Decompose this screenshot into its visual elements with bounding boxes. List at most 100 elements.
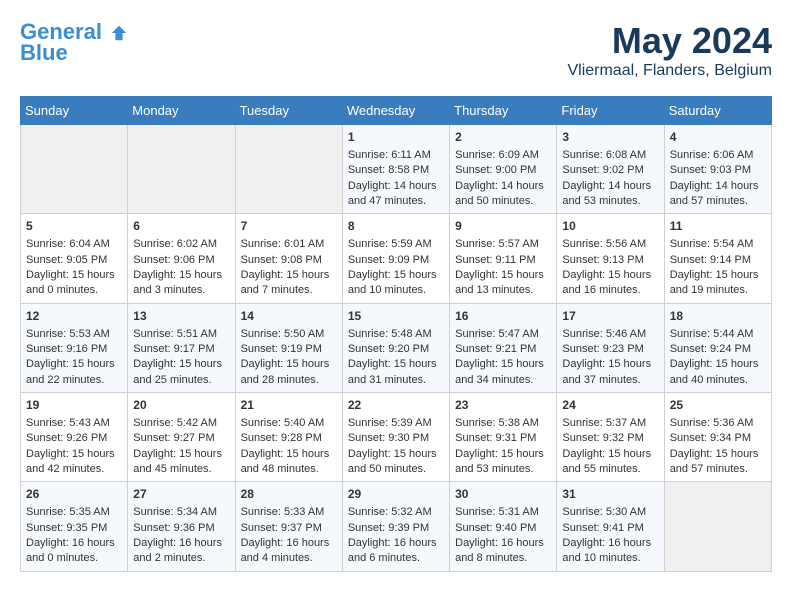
week-row-5: 26Sunrise: 5:35 AMSunset: 9:35 PMDayligh… xyxy=(21,482,772,571)
cell-info: and 57 minutes. xyxy=(670,462,766,477)
page-header: General Blue May 2024 Vliermaal, Flander… xyxy=(20,20,772,80)
week-row-2: 5Sunrise: 6:04 AMSunset: 9:05 PMDaylight… xyxy=(21,214,772,303)
day-number: 28 xyxy=(241,486,337,503)
calendar-cell xyxy=(235,125,342,214)
cell-info: Sunrise: 6:08 AM xyxy=(562,148,658,163)
month-title: May 2024 xyxy=(567,20,772,62)
cell-info: Sunset: 9:20 PM xyxy=(348,342,444,357)
cell-info: and 57 minutes. xyxy=(670,194,766,209)
cell-info: Sunrise: 5:56 AM xyxy=(562,237,658,252)
calendar-cell: 22Sunrise: 5:39 AMSunset: 9:30 PMDayligh… xyxy=(342,393,449,482)
day-number: 20 xyxy=(133,397,229,414)
cell-info: Daylight: 14 hours xyxy=(348,179,444,194)
cell-info: Sunrise: 6:09 AM xyxy=(455,148,551,163)
cell-info: Sunrise: 5:30 AM xyxy=(562,505,658,520)
cell-info: Sunrise: 6:06 AM xyxy=(670,148,766,163)
cell-info: Sunrise: 5:43 AM xyxy=(26,416,122,431)
calendar-cell: 13Sunrise: 5:51 AMSunset: 9:17 PMDayligh… xyxy=(128,303,235,392)
calendar-cell: 16Sunrise: 5:47 AMSunset: 9:21 PMDayligh… xyxy=(450,303,557,392)
cell-info: and 13 minutes. xyxy=(455,283,551,298)
calendar-cell xyxy=(664,482,771,571)
cell-info: Sunset: 9:41 PM xyxy=(562,521,658,536)
cell-info: Sunset: 9:34 PM xyxy=(670,431,766,446)
cell-info: and 4 minutes. xyxy=(241,551,337,566)
cell-info: Daylight: 15 hours xyxy=(26,447,122,462)
logo: General Blue xyxy=(20,20,128,66)
calendar-cell: 19Sunrise: 5:43 AMSunset: 9:26 PMDayligh… xyxy=(21,393,128,482)
calendar-cell: 28Sunrise: 5:33 AMSunset: 9:37 PMDayligh… xyxy=(235,482,342,571)
day-number: 23 xyxy=(455,397,551,414)
calendar-cell: 1Sunrise: 6:11 AMSunset: 8:58 PMDaylight… xyxy=(342,125,449,214)
cell-info: and 7 minutes. xyxy=(241,283,337,298)
cell-info: and 42 minutes. xyxy=(26,462,122,477)
cell-info: and 2 minutes. xyxy=(133,551,229,566)
cell-info: Sunset: 9:05 PM xyxy=(26,253,122,268)
cell-info: Sunset: 9:03 PM xyxy=(670,163,766,178)
cell-info: and 45 minutes. xyxy=(133,462,229,477)
cell-info: Daylight: 15 hours xyxy=(241,357,337,372)
day-number: 11 xyxy=(670,218,766,235)
day-number: 27 xyxy=(133,486,229,503)
calendar-cell: 24Sunrise: 5:37 AMSunset: 9:32 PMDayligh… xyxy=(557,393,664,482)
cell-info: Sunrise: 6:11 AM xyxy=(348,148,444,163)
cell-info: Sunset: 9:02 PM xyxy=(562,163,658,178)
cell-info: Daylight: 15 hours xyxy=(455,268,551,283)
cell-info: Daylight: 15 hours xyxy=(241,268,337,283)
day-number: 22 xyxy=(348,397,444,414)
calendar-table: SundayMondayTuesdayWednesdayThursdayFrid… xyxy=(20,96,772,572)
calendar-cell: 23Sunrise: 5:38 AMSunset: 9:31 PMDayligh… xyxy=(450,393,557,482)
cell-info: Daylight: 15 hours xyxy=(562,357,658,372)
day-number: 8 xyxy=(348,218,444,235)
cell-info: and 50 minutes. xyxy=(348,462,444,477)
cell-info: and 53 minutes. xyxy=(455,462,551,477)
calendar-cell: 14Sunrise: 5:50 AMSunset: 9:19 PMDayligh… xyxy=(235,303,342,392)
title-area: May 2024 Vliermaal, Flanders, Belgium xyxy=(567,20,772,80)
cell-info: and 48 minutes. xyxy=(241,462,337,477)
day-number: 9 xyxy=(455,218,551,235)
cell-info: Sunset: 9:28 PM xyxy=(241,431,337,446)
cell-info: Sunset: 9:09 PM xyxy=(348,253,444,268)
calendar-cell: 10Sunrise: 5:56 AMSunset: 9:13 PMDayligh… xyxy=(557,214,664,303)
cell-info: Sunset: 9:37 PM xyxy=(241,521,337,536)
calendar-cell: 8Sunrise: 5:59 AMSunset: 9:09 PMDaylight… xyxy=(342,214,449,303)
day-number: 19 xyxy=(26,397,122,414)
day-number: 12 xyxy=(26,308,122,325)
calendar-cell: 31Sunrise: 5:30 AMSunset: 9:41 PMDayligh… xyxy=(557,482,664,571)
week-row-3: 12Sunrise: 5:53 AMSunset: 9:16 PMDayligh… xyxy=(21,303,772,392)
calendar-cell: 6Sunrise: 6:02 AMSunset: 9:06 PMDaylight… xyxy=(128,214,235,303)
calendar-cell: 15Sunrise: 5:48 AMSunset: 9:20 PMDayligh… xyxy=(342,303,449,392)
cell-info: Daylight: 15 hours xyxy=(562,447,658,462)
cell-info: Sunset: 9:14 PM xyxy=(670,253,766,268)
cell-info: Daylight: 16 hours xyxy=(26,536,122,551)
day-number: 13 xyxy=(133,308,229,325)
day-number: 15 xyxy=(348,308,444,325)
cell-info: and 37 minutes. xyxy=(562,373,658,388)
weekday-header-tuesday: Tuesday xyxy=(235,97,342,125)
day-number: 7 xyxy=(241,218,337,235)
cell-info: and 3 minutes. xyxy=(133,283,229,298)
day-number: 31 xyxy=(562,486,658,503)
cell-info: and 10 minutes. xyxy=(348,283,444,298)
cell-info: Sunset: 9:30 PM xyxy=(348,431,444,446)
cell-info: Daylight: 16 hours xyxy=(241,536,337,551)
day-number: 21 xyxy=(241,397,337,414)
calendar-cell: 17Sunrise: 5:46 AMSunset: 9:23 PMDayligh… xyxy=(557,303,664,392)
week-row-4: 19Sunrise: 5:43 AMSunset: 9:26 PMDayligh… xyxy=(21,393,772,482)
cell-info: Daylight: 15 hours xyxy=(241,447,337,462)
location: Vliermaal, Flanders, Belgium xyxy=(567,62,772,80)
cell-info: Sunrise: 5:38 AM xyxy=(455,416,551,431)
cell-info: Daylight: 16 hours xyxy=(348,536,444,551)
calendar-cell: 29Sunrise: 5:32 AMSunset: 9:39 PMDayligh… xyxy=(342,482,449,571)
weekday-header-sunday: Sunday xyxy=(21,97,128,125)
cell-info: and 0 minutes. xyxy=(26,551,122,566)
cell-info: Sunrise: 6:02 AM xyxy=(133,237,229,252)
cell-info: Daylight: 15 hours xyxy=(562,268,658,283)
cell-info: Daylight: 15 hours xyxy=(133,357,229,372)
cell-info: and 40 minutes. xyxy=(670,373,766,388)
cell-info: Daylight: 15 hours xyxy=(26,268,122,283)
cell-info: Sunset: 9:40 PM xyxy=(455,521,551,536)
cell-info: Sunrise: 5:57 AM xyxy=(455,237,551,252)
weekday-header-monday: Monday xyxy=(128,97,235,125)
cell-info: Daylight: 15 hours xyxy=(348,268,444,283)
cell-info: and 10 minutes. xyxy=(562,551,658,566)
